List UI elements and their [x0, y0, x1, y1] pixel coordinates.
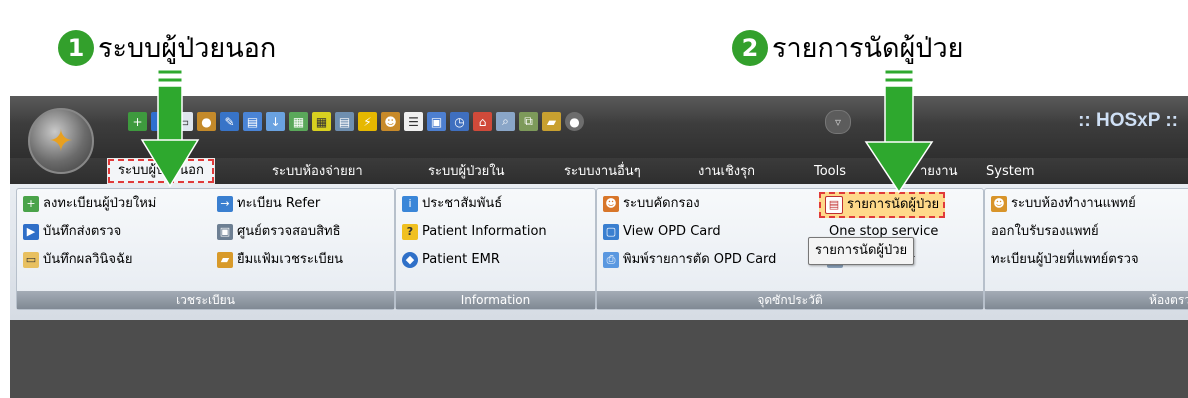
callout-number-badge: 1: [58, 29, 94, 66]
item-label: ระบบห้องทำงานแพทย์: [1011, 196, 1136, 211]
group-label: เวชระเบียน: [17, 291, 394, 309]
send-exam-button[interactable]: ▶ บันทึกส่งตรวจ: [23, 221, 121, 243]
grid-icon[interactable]: ▦: [312, 112, 331, 131]
group-history-checkpoint: ☻ ระบบคัดกรอง ▤ รายการนัดผู้ป่วย ▢ View …: [596, 188, 984, 310]
appointment-list-tooltip: รายการนัดผู้ป่วย: [808, 237, 915, 265]
item-label: ยืมแฟ้มเวชระเบียน: [237, 252, 344, 267]
medical-certificate-button[interactable]: ออกใบรับรองแพทย์: [991, 221, 1099, 243]
qat-more-dropdown[interactable]: ▿: [825, 110, 851, 134]
ribbon-panel: + ลงทะเบียนผู้ป่วยใหม่ → ทะเบียน Refer ▶…: [10, 184, 1188, 320]
group-label: จุดซักประวัติ: [597, 291, 983, 309]
hosxp-logo-icon[interactable]: ✦: [28, 108, 94, 174]
folder-icon[interactable]: ▰: [542, 112, 561, 131]
app-title: :: HOSxP ::: [1078, 110, 1178, 131]
print-list-icon: ⎙: [603, 252, 619, 268]
item-label: ทะเบียน Refer: [237, 196, 321, 211]
info-circle-icon: ◆: [402, 252, 418, 268]
item-label: Patient EMR: [422, 252, 500, 267]
item-label: พิมพ์รายการตัด OPD Card: [623, 252, 777, 267]
callout-number-badge: 2: [732, 29, 768, 66]
view-opd-card-button[interactable]: ▢ View OPD Card: [603, 221, 721, 243]
form-icon[interactable]: ▤: [243, 112, 262, 131]
clock-icon[interactable]: ◷: [450, 112, 469, 131]
lightning-icon[interactable]: ⚡: [358, 112, 377, 131]
list-icon[interactable]: ☰: [404, 112, 423, 131]
item-label: ลงทะเบียนผู้ป่วยใหม่: [43, 196, 157, 211]
info-icon: i: [402, 196, 418, 212]
question-icon: ?: [402, 224, 418, 240]
callout-1: 1 ระบบผู้ป่วยนอก: [58, 26, 276, 69]
screening-system-button[interactable]: ☻ ระบบคัดกรอง: [603, 193, 700, 215]
public-relations-button[interactable]: i ประชาสัมพันธ์: [402, 193, 502, 215]
doctor-icon: ☻: [991, 196, 1007, 212]
tab-proactive[interactable]: งานเชิงรุก: [698, 161, 755, 182]
record-diagnosis-button[interactable]: ▭ บันทึกผลวินิจฉัย: [23, 249, 132, 271]
patient-emr-button[interactable]: ◆ Patient EMR: [402, 249, 500, 271]
people-icon: ☻: [603, 196, 619, 212]
appointment-list-button[interactable]: ▤ รายการนัดผู้ป่วย: [819, 192, 946, 218]
folder-icon: ▰: [217, 252, 233, 268]
rights-check-center-button[interactable]: ▣ ศูนย์ตรวจสอบสิทธิ: [217, 221, 341, 243]
person-icon[interactable]: ☻: [381, 112, 400, 131]
arrow-right-icon: →: [217, 196, 233, 212]
tab-ipd[interactable]: ระบบผู้ป่วยใน: [428, 161, 505, 182]
search-icon[interactable]: ⌕: [496, 112, 515, 131]
group-label: ห้องตรว: [985, 291, 1188, 309]
group-registration: + ลงทะเบียนผู้ป่วยใหม่ → ทะเบียน Refer ▶…: [16, 188, 395, 310]
tab-pharmacy[interactable]: ระบบห้องจ่ายยา: [272, 161, 363, 182]
edit-icon[interactable]: ✎: [220, 112, 239, 131]
print-opd-card-list-button[interactable]: ⎙ พิมพ์รายการตัด OPD Card: [603, 249, 776, 271]
item-label: ออกใบรับรองแพทย์: [991, 224, 1099, 239]
item-label: บันทึกส่งตรวจ: [43, 224, 122, 239]
clipboard-icon: ▤: [825, 196, 843, 214]
tab-other-systems[interactable]: ระบบงานอื่นๆ: [564, 161, 641, 182]
register-new-patient-button[interactable]: + ลงทะเบียนผู้ป่วยใหม่: [23, 193, 156, 215]
item-label: Patient Information: [422, 224, 547, 239]
home-icon[interactable]: ⌂: [473, 112, 492, 131]
tab-system[interactable]: System: [986, 161, 1034, 182]
add-user-icon: +: [23, 196, 39, 212]
document-icon: ▭: [23, 252, 39, 268]
next-icon: ▶: [23, 224, 39, 240]
arrow-down-icon: [140, 70, 200, 188]
network-icon[interactable]: ⧉: [519, 112, 538, 131]
table-icon[interactable]: ▤: [335, 112, 354, 131]
group-information: i ประชาสัมพันธ์ ? Patient Information ◆ …: [395, 188, 596, 310]
refer-register-button[interactable]: → ทะเบียน Refer: [217, 193, 320, 215]
callout-label: ระบบผู้ป่วยนอก: [98, 33, 277, 64]
download-icon[interactable]: ↓: [266, 112, 285, 131]
borrow-record-button[interactable]: ▰ ยืมแฟ้มเวชระเบียน: [217, 249, 343, 271]
item-label: รายการนัดผู้ป่วย: [847, 197, 940, 212]
calculator-icon[interactable]: ▦: [289, 112, 308, 131]
group-label: Information: [396, 291, 595, 309]
tab-tools[interactable]: Tools: [814, 161, 846, 182]
doctor-patient-register-button[interactable]: ทะเบียนผู้ป่วยที่แพทย์ตรวจ: [991, 249, 1139, 271]
item-label: ระบบคัดกรอง: [623, 196, 700, 211]
arrow-down-icon: [864, 70, 934, 194]
item-label: ทะเบียนผู้ป่วยที่แพทย์ตรวจ: [991, 252, 1139, 267]
item-label: ประชาสัมพันธ์: [422, 196, 503, 211]
monitor-icon[interactable]: ▣: [427, 112, 446, 131]
card-check-icon: ▣: [217, 224, 233, 240]
doctor-workroom-button[interactable]: ☻ ระบบห้องทำงานแพทย์: [991, 193, 1136, 215]
callout-2: 2 รายการนัดผู้ป่วย: [732, 26, 963, 69]
item-label: บันทึกผลวินิจฉัย: [43, 252, 133, 267]
circle-icon[interactable]: ●: [565, 112, 584, 131]
item-label: ศูนย์ตรวจสอบสิทธิ: [237, 224, 341, 239]
group-exam-room: ☻ ระบบห้องทำงานแพทย์ ออกใบรับรองแพทย์ ทะ…: [984, 188, 1188, 310]
item-label: View OPD Card: [623, 224, 721, 239]
callout-label: รายการนัดผู้ป่วย: [772, 33, 964, 64]
patient-information-button[interactable]: ? Patient Information: [402, 221, 547, 243]
view-card-icon: ▢: [603, 224, 619, 240]
